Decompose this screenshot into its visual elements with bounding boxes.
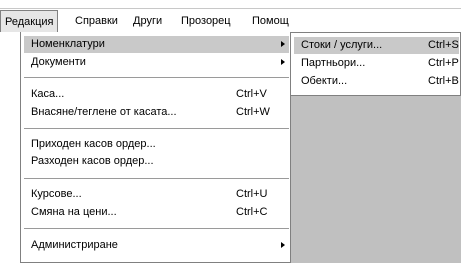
menu-redaktsiya[interactable]: Редакция <box>0 10 59 32</box>
app-window: Редакция Справки Други Прозорец Помощ Но… <box>0 0 461 263</box>
menu-item-dokumenti[interactable]: Документи <box>24 54 289 71</box>
menu-item-label: Каса... <box>31 88 65 100</box>
menu-item-label: Приходен касов ордер... <box>31 138 156 150</box>
menu-item-razhoden-order[interactable]: Разходен касов ордер... <box>24 153 289 170</box>
menu-separator <box>24 178 289 179</box>
menu-item-shortcut: Ctrl+B <box>428 75 459 87</box>
menu-item-kursove[interactable]: Курсове... Ctrl+U <box>24 186 289 203</box>
menu-drugi[interactable]: Други <box>133 13 162 29</box>
menu-item-shortcut: Ctrl+S <box>428 39 459 51</box>
menu-spravki[interactable]: Справки <box>75 13 118 29</box>
menu-bar: Редакция Справки Други Прозорец Помощ <box>0 8 461 32</box>
menu-item-label: Внасяне/теглене от касата... <box>31 106 177 118</box>
menu-item-vnasyane-teglene[interactable]: Внасяне/теглене от касата... Ctrl+W <box>24 104 289 121</box>
submenu-arrow-icon <box>281 59 285 65</box>
menu-item-shortcut: Ctrl+P <box>428 57 459 69</box>
menu-separator <box>24 228 289 229</box>
menu-prozorets[interactable]: Прозорец <box>181 13 231 29</box>
submenu-arrow-icon <box>281 41 285 47</box>
menu-item-administrirane[interactable]: Администриране <box>24 237 289 254</box>
menu-item-label: Стоки / услуги... <box>301 39 383 51</box>
menu-item-label: Партньори... <box>301 57 366 69</box>
menu-item-label: Курсове... <box>31 188 82 200</box>
menu-item-label: Смяна на цени... <box>31 206 117 218</box>
menu-separator <box>24 128 289 129</box>
submenu-arrow-icon <box>281 242 285 248</box>
menu-item-nomenklaturi[interactable]: Номенклатури <box>24 36 289 53</box>
menu-item-shortcut: Ctrl+C <box>236 206 268 218</box>
submenu-item-stoki-uslugi[interactable]: Стоки / услуги... Ctrl+S <box>294 37 459 54</box>
menu-item-kasa[interactable]: Каса... Ctrl+V <box>24 86 289 103</box>
nomenklaturi-submenu: Стоки / услуги... Ctrl+S Партньори... Ct… <box>290 32 461 96</box>
submenu-item-partnyori[interactable]: Партньори... Ctrl+P <box>294 55 459 72</box>
menu-item-shortcut: Ctrl+V <box>236 88 267 100</box>
menu-separator <box>24 77 289 78</box>
menu-item-label: Документи <box>31 56 86 68</box>
menu-item-prihoden-order[interactable]: Приходен касов ордер... <box>24 136 289 153</box>
menu-pomosht[interactable]: Помощ <box>252 13 289 29</box>
menu-item-label: Обекти... <box>301 75 348 87</box>
menu-item-label: Администриране <box>31 239 118 251</box>
menu-item-label: Номенклатури <box>31 38 105 50</box>
workspace-area <box>290 92 461 263</box>
menu-item-shortcut: Ctrl+U <box>236 188 268 200</box>
menu-item-smyana-tseni[interactable]: Смяна на цени... Ctrl+C <box>24 204 289 221</box>
menu-item-label: Разходен касов ордер... <box>31 155 154 167</box>
redaktsiya-dropdown: Номенклатури Документи Каса... Ctrl+V Вн… <box>20 32 291 263</box>
menu-item-shortcut: Ctrl+W <box>236 106 270 118</box>
submenu-item-obekti[interactable]: Обекти... Ctrl+B <box>294 73 459 90</box>
